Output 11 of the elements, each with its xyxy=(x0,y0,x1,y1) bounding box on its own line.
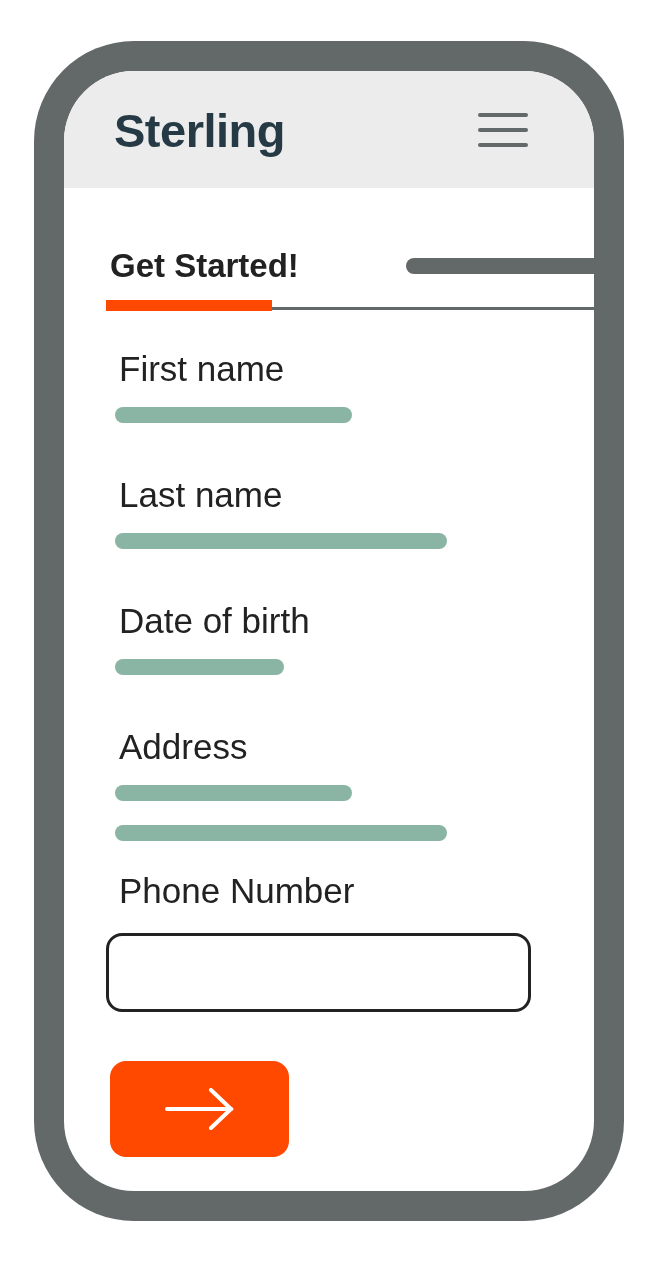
menu-icon xyxy=(478,112,528,147)
field-label: Address xyxy=(119,727,248,767)
logo: Sterling xyxy=(114,104,285,157)
field-label: Date of birth xyxy=(119,601,310,641)
step-title: Get Started! xyxy=(110,246,299,286)
field-label: Last name xyxy=(119,475,283,515)
input-field[interactable] xyxy=(106,933,531,1012)
field-label: Phone Number xyxy=(119,871,355,911)
next-button[interactable] xyxy=(110,1061,289,1157)
field-label: First name xyxy=(119,349,285,389)
menu-button[interactable] xyxy=(478,112,528,147)
